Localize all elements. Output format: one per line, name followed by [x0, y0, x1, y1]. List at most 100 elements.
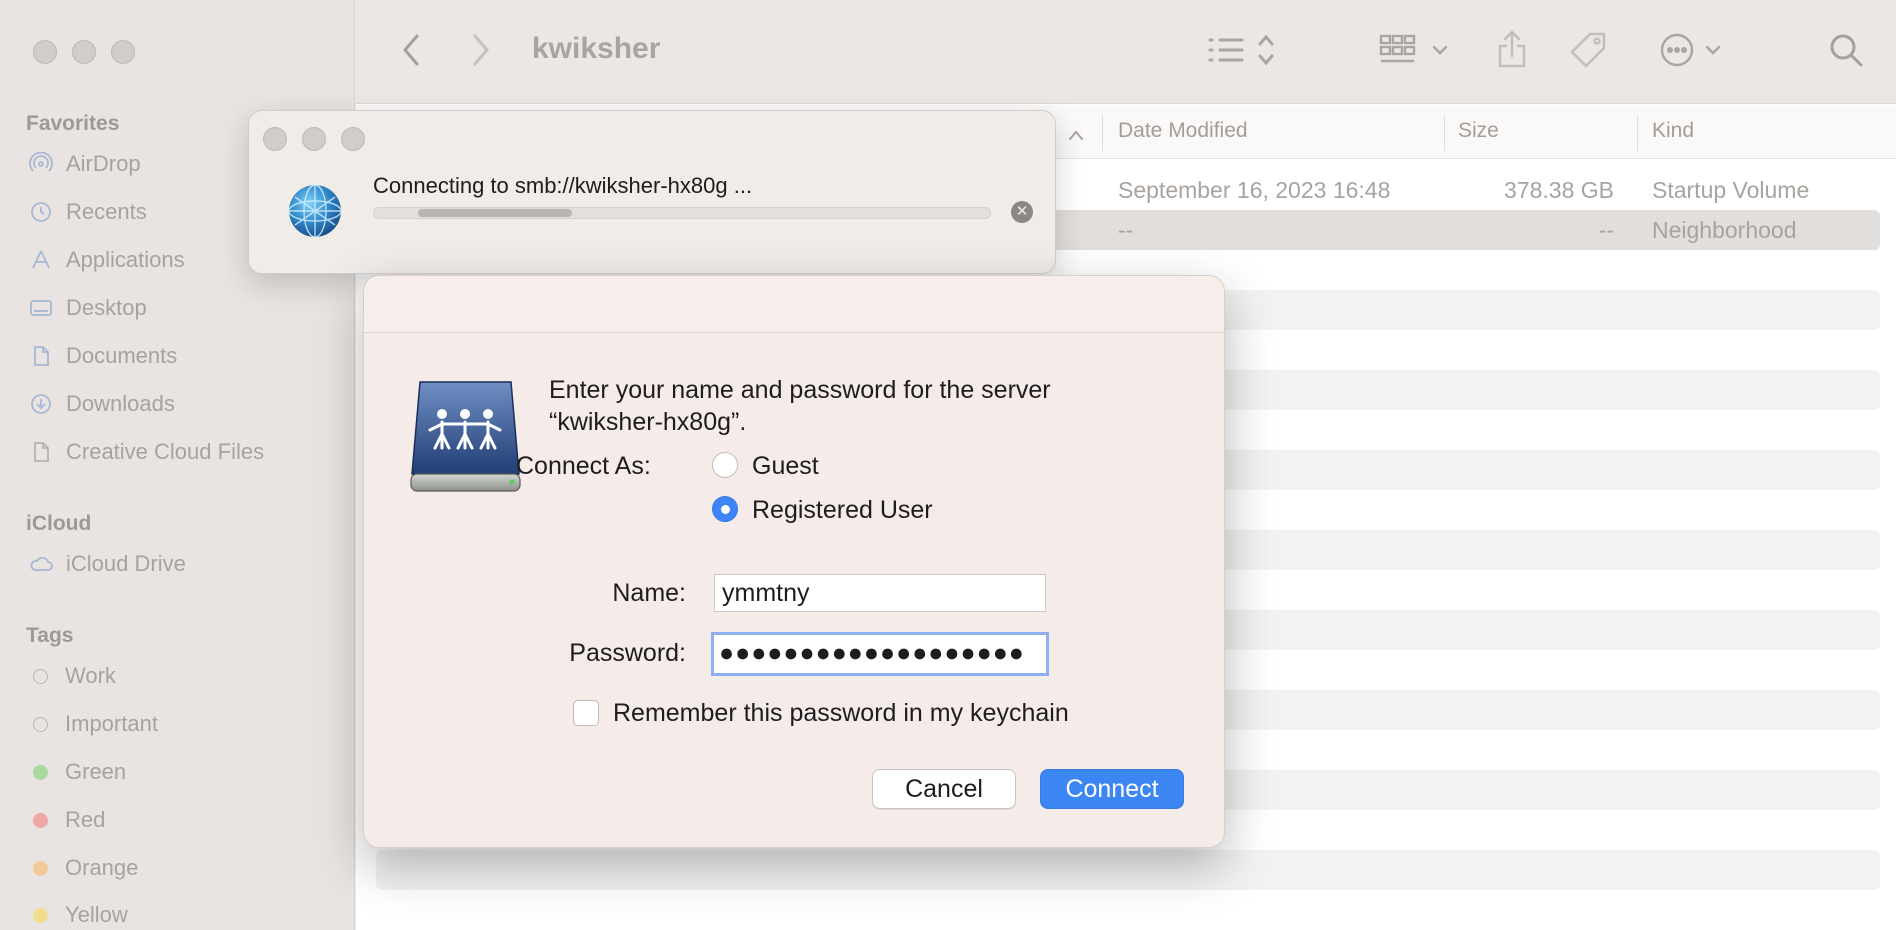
sidebar-item-label: Documents	[66, 343, 178, 368]
prompt-line-2: “kwiksher-hx80g”.	[549, 408, 747, 436]
column-divider[interactable]	[1102, 115, 1103, 151]
sidebar-tag-green[interactable]: Green	[28, 757, 126, 787]
grid-icon	[1379, 34, 1448, 63]
radio-registered-user[interactable]	[712, 496, 738, 522]
file-icon	[28, 439, 54, 465]
sidebar-item-label: Orange	[65, 855, 139, 880]
server-login-dialog: Enter your name and password for the ser…	[363, 275, 1225, 848]
share-button[interactable]	[1492, 26, 1532, 72]
cell-date: September 16, 2023 16:48	[1118, 177, 1391, 203]
sidebar-item-downloads[interactable]: Downloads	[28, 389, 175, 419]
sidebar-tag-yellow[interactable]: Yellow	[28, 900, 128, 930]
close-window-button[interactable]	[33, 40, 57, 64]
document-icon	[28, 343, 54, 369]
progress-fill	[418, 209, 572, 217]
share-icon	[1498, 30, 1526, 68]
sidebar-item-documents[interactable]: Documents	[28, 341, 177, 371]
name-field[interactable]	[714, 574, 1046, 612]
forward-button[interactable]	[466, 30, 496, 70]
empty-row-stripe	[376, 850, 1880, 890]
sidebar-tag-orange[interactable]: Orange	[28, 853, 138, 883]
download-icon	[28, 391, 54, 417]
sidebar-item-label: Desktop	[66, 295, 147, 320]
sidebar-item-desktop[interactable]: Desktop	[28, 293, 147, 323]
dialog-title-bar	[364, 276, 1224, 333]
more-icon	[1660, 33, 1721, 67]
tag-button[interactable]	[1566, 28, 1612, 72]
sidebar-item-label: iCloud Drive	[66, 551, 186, 576]
cancel-button[interactable]: Cancel	[872, 769, 1016, 809]
tags-header: Tags	[26, 624, 74, 647]
applications-icon	[28, 247, 54, 273]
desktop-icon	[28, 295, 54, 321]
window-controls	[263, 127, 365, 151]
minimize-window-button[interactable]	[72, 40, 96, 64]
registered-user-label[interactable]: Registered User	[752, 496, 933, 525]
tag-icon	[1570, 32, 1606, 68]
sidebar-item-creative-cloud-files[interactable]: Creative Cloud Files	[28, 437, 264, 467]
column-divider[interactable]	[1637, 115, 1638, 151]
sidebar-item-icloud-drive[interactable]: iCloud Drive	[28, 549, 186, 579]
search-icon	[1830, 34, 1863, 67]
window-title: kwiksher	[532, 32, 661, 65]
tag-dot-icon	[33, 907, 48, 923]
zoom-window-button[interactable]	[111, 40, 135, 64]
minimize-window-button[interactable]	[302, 127, 326, 151]
chevron-right-icon	[473, 34, 489, 66]
clock-icon	[28, 199, 54, 225]
close-window-button[interactable]	[263, 127, 287, 151]
column-divider[interactable]	[1444, 115, 1445, 151]
password-field[interactable]: ●●●●●●●●●●●●●●●●●●●	[711, 632, 1049, 676]
sidebar-item-airdrop[interactable]: AirDrop	[28, 149, 141, 179]
favorites-header: Favorites	[26, 112, 120, 135]
sidebar-item-label: Yellow	[65, 902, 128, 927]
view-list-button[interactable]	[1201, 28, 1281, 72]
close-icon: ✕	[1015, 203, 1029, 220]
column-header-kind[interactable]: Kind	[1652, 119, 1694, 143]
radio-guest[interactable]	[712, 452, 738, 478]
column-header-date-modified[interactable]: Date Modified	[1118, 119, 1248, 143]
cell-kind: Startup Volume	[1652, 177, 1810, 203]
tag-dot-icon	[33, 812, 48, 828]
connecting-window: Connecting to smb://kwiksher-hx80g ... ✕	[248, 110, 1056, 274]
sidebar-item-label: Recents	[66, 199, 147, 224]
login-prompt: Enter your name and password for the ser…	[549, 374, 1169, 438]
cell-size: --	[1598, 217, 1614, 243]
cloud-icon	[28, 551, 54, 577]
sidebar-item-label: AirDrop	[66, 151, 141, 176]
sidebar-item-label: Green	[65, 759, 127, 784]
sidebar-item-recents[interactable]: Recents	[28, 197, 147, 227]
tag-dot-icon	[33, 764, 48, 780]
guest-label[interactable]: Guest	[752, 452, 819, 481]
tag-dot-icon	[33, 860, 48, 876]
sidebar-tag-red[interactable]: Red	[28, 805, 105, 835]
sidebar-tag-work[interactable]: Work	[28, 661, 116, 691]
finder-toolbar: kwiksher	[356, 0, 1896, 104]
password-label: Password:	[569, 639, 686, 667]
prompt-line-1: Enter your name and password for the ser…	[549, 376, 1051, 404]
back-button[interactable]	[396, 30, 426, 70]
sidebar-item-applications[interactable]: Applications	[28, 245, 185, 275]
name-label: Name:	[612, 579, 686, 607]
sidebar-item-label: Creative Cloud Files	[66, 439, 265, 464]
tag-dot-icon	[33, 716, 48, 732]
search-button[interactable]	[1824, 28, 1868, 72]
sidebar-tag-important[interactable]: Important	[28, 709, 158, 739]
connect-button[interactable]: Connect	[1040, 769, 1184, 809]
zoom-window-button[interactable]	[341, 127, 365, 151]
icloud-header: iCloud	[26, 512, 92, 535]
window-controls	[33, 40, 135, 64]
cell-size: 378.38 GB	[1504, 177, 1614, 203]
cell-date: --	[1118, 217, 1134, 243]
sidebar-item-label: Applications	[66, 247, 185, 272]
group-button[interactable]	[1376, 28, 1456, 72]
cell-kind: Neighborhood	[1652, 217, 1797, 243]
tag-dot-icon	[33, 668, 48, 684]
action-button[interactable]	[1652, 28, 1732, 72]
stop-connection-button[interactable]: ✕	[1011, 201, 1033, 223]
sort-ascending-icon[interactable]	[1068, 123, 1084, 147]
column-header-size[interactable]: Size	[1458, 119, 1499, 143]
connecting-message: Connecting to smb://kwiksher-hx80g ...	[373, 173, 753, 198]
remember-password-checkbox[interactable]	[573, 700, 599, 726]
remember-password-label[interactable]: Remember this password in my keychain	[613, 699, 1069, 728]
